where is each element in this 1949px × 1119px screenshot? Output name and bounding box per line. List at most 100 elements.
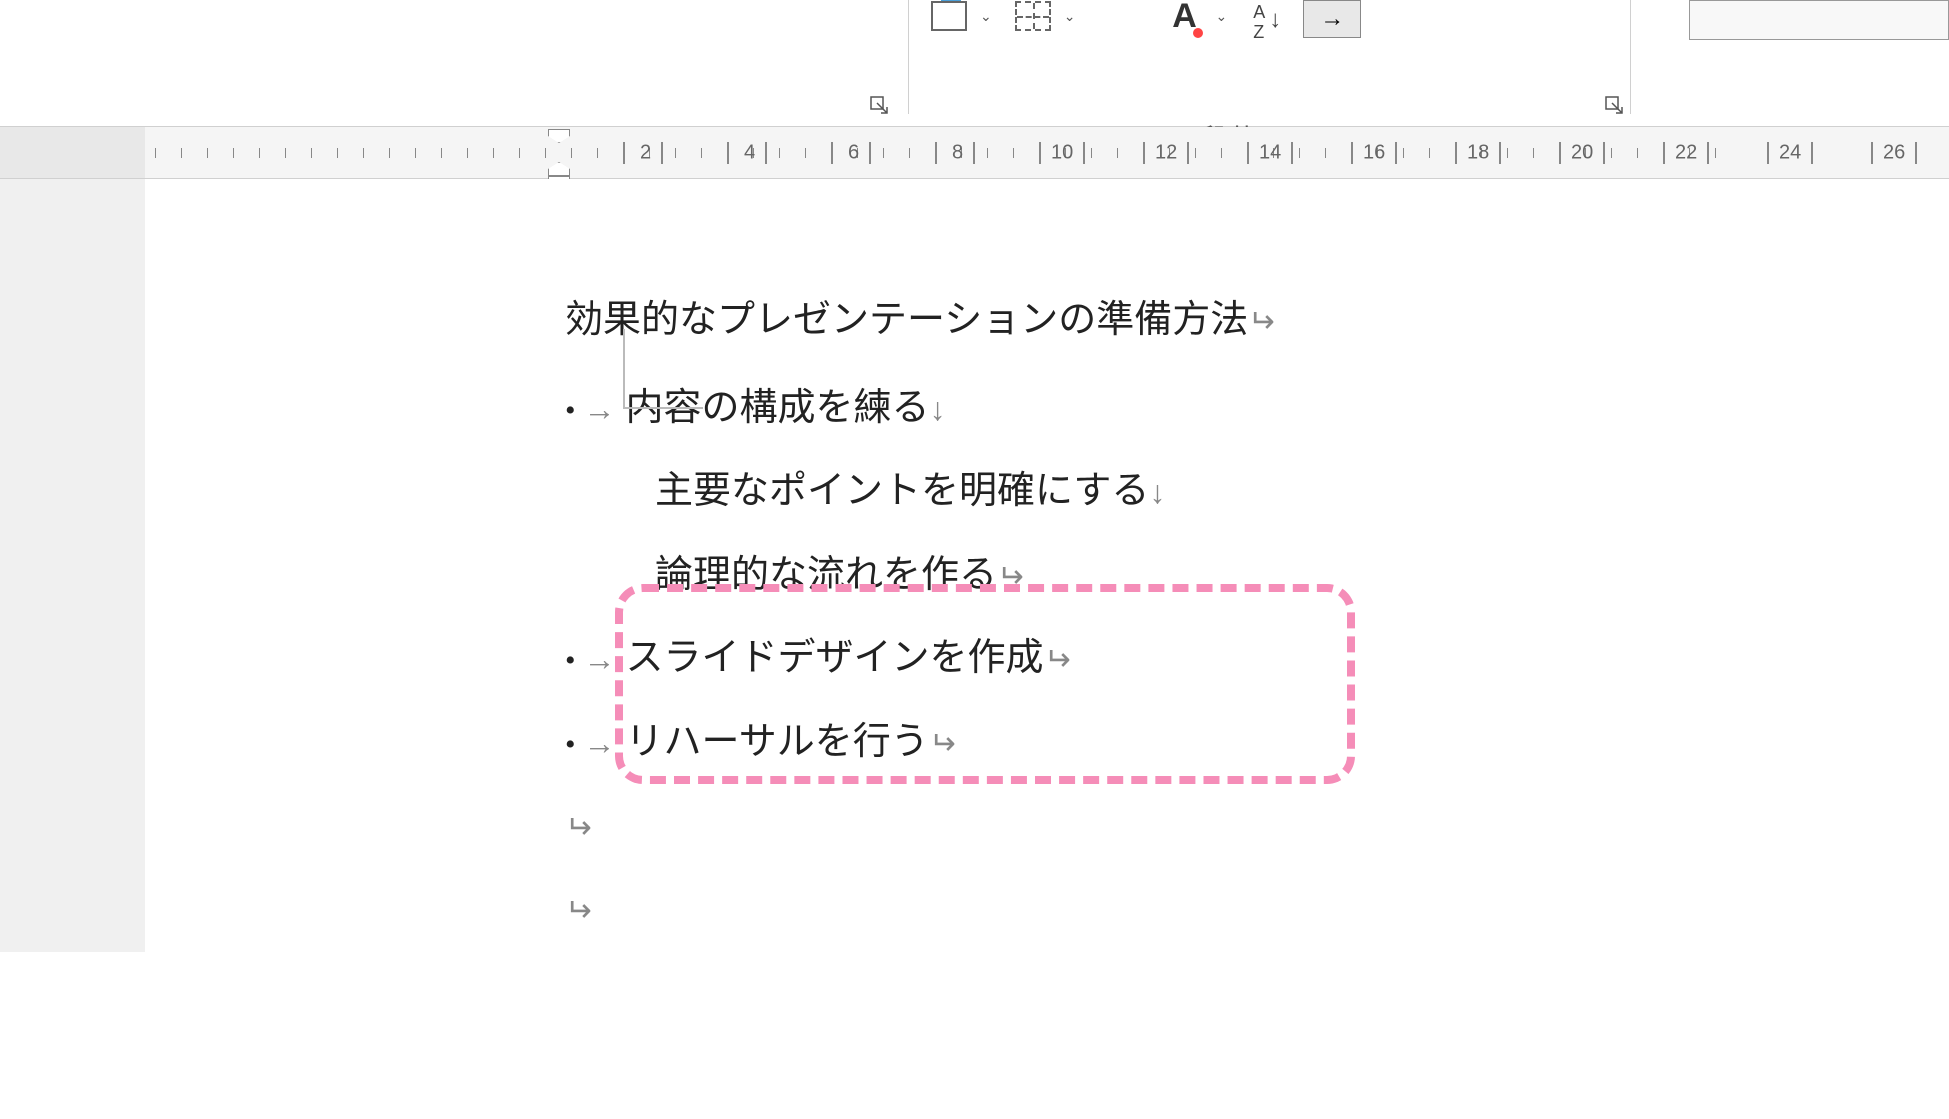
paragraph-mark-icon: ↵ [1248,286,1275,356]
ruler-label: 4 [744,141,755,164]
ruler-tick [597,148,598,158]
ruler-major-tick [1811,142,1813,164]
ruler-tick [363,148,364,158]
ruler-label: 22 [1675,141,1697,164]
ruler-label: 12 [1155,141,1177,164]
ruler-major-tick [1915,142,1917,164]
ruler-tick [805,148,806,158]
ruler-label: 16 [1363,141,1385,164]
ruler-tick [883,148,884,158]
ribbon: ⌄ ⌄ A ⌄ A Z → フォント 段落 [0,0,1949,127]
group-divider [1630,0,1631,114]
ruler-major-tick [1187,142,1189,164]
document-area: 効果的なプレゼンテーションの準備方法↵ • → 内容の構成を練る↓ 主要なポイン… [0,179,1949,952]
group-divider [908,0,909,114]
text-effect-icon: A [1172,0,1197,36]
ruler-label: 2 [640,141,651,164]
paragraph-mark-icon: ↵ [929,708,956,778]
document-bullet-line[interactable]: • → スライドデザインを作成↵ [565,617,1949,701]
text-effect-button[interactable]: A ⌄ [1155,0,1231,32]
ruler-tick [571,148,572,158]
ruler-tick [441,148,442,158]
ruler-major-tick [623,142,625,164]
ruler-tick [545,148,546,158]
ruler-major-tick [1603,142,1605,164]
tab-mark-icon: → [584,624,616,694]
arrow-right-icon: → [1320,5,1344,33]
shading-button[interactable]: ⌄ [920,0,996,32]
document-bullet-line[interactable]: • → リハーサルを行う↵ [565,701,1949,785]
ruler-tick [1013,148,1014,158]
ruler-tick [779,148,780,158]
ruler-tick [259,148,260,158]
ruler-tick [493,148,494,158]
ruler-tick [337,148,338,158]
ruler-tick [155,148,156,158]
ruler-major-tick [1871,142,1873,164]
border-button[interactable]: ⌄ [1004,0,1080,32]
ruler-tick [1611,148,1612,158]
document-page[interactable]: 効果的なプレゼンテーションの準備方法↵ • → 内容の構成を練る↓ 主要なポイン… [145,179,1949,952]
show-formatting-marks-button[interactable]: → [1303,0,1361,38]
ruler-label: 26 [1883,141,1905,164]
ruler-tick [285,148,286,158]
ruler-label: 20 [1571,141,1593,164]
ruler-major-tick [1291,142,1293,164]
empty-paragraph[interactable]: ↵ [565,868,1949,952]
ruler-tick [519,148,520,158]
tab-mark-icon: → [584,374,616,444]
ruler-major-tick [1767,142,1769,164]
styles-gallery[interactable] [1689,0,1949,40]
shading-icon [931,1,967,31]
ruler-major-tick [661,142,663,164]
ruler-tick [701,148,702,158]
sort-button[interactable]: A Z [1249,0,1285,44]
ruler-tick [1195,148,1196,158]
ruler-major-tick [973,142,975,164]
chevron-down-icon: ⌄ [1064,8,1076,25]
ruler-tick [311,148,312,158]
ruler-major-tick [765,142,767,164]
document-text-line[interactable]: 主要なポイントを明確にする↓ [655,450,1949,534]
ruler-tick [1533,148,1534,158]
font-dialog-launcher[interactable] [870,96,890,116]
ruler-major-tick [935,142,937,164]
ruler-tick [389,148,390,158]
ruler-label: 14 [1259,141,1281,164]
tab-mark-icon: → [584,708,616,778]
document-bullet-line[interactable]: • → 内容の構成を練る↓ [565,367,1949,451]
ruler-major-tick [1351,142,1353,164]
ruler-major-tick [1455,142,1457,164]
bullet-icon: • [565,712,576,778]
ruler-tick [467,148,468,158]
ruler-tick [1091,148,1092,158]
ruler-tick [415,148,416,158]
ruler-label: 6 [848,141,859,164]
ruler-major-tick [1559,142,1561,164]
chevron-down-icon: ⌄ [1215,8,1227,25]
bullet-icon: • [565,628,576,694]
ruler-major-tick [1143,142,1145,164]
paragraph-dialog-launcher[interactable] [1605,96,1625,116]
document-text-line[interactable]: 効果的なプレゼンテーションの準備方法↵ [565,279,1949,363]
paragraph-mark-icon: ↵ [1044,624,1071,694]
sort-icon: A Z [1253,2,1281,42]
document-text-line[interactable]: 論理的な流れを作る↵ [655,534,1949,618]
ruler-major-tick [1395,142,1397,164]
empty-paragraph[interactable]: ↵ [565,785,1949,869]
ruler-tick [1325,148,1326,158]
border-grid-icon [1015,1,1051,31]
chevron-down-icon: ⌄ [980,8,992,25]
ruler-tick [909,148,910,158]
ruler-major-tick [831,142,833,164]
ruler-tick [207,148,208,158]
ruler-tick [1507,148,1508,158]
ruler-major-tick [1499,142,1501,164]
horizontal-ruler[interactable]: 2468101214161820222426 [0,127,1949,179]
ruler-tick [1299,148,1300,158]
ruler-tick [1637,148,1638,158]
ruler-major-tick [727,142,729,164]
ruler-tick [1715,148,1716,158]
ruler-tick [181,148,182,158]
ruler-tick [1429,148,1430,158]
